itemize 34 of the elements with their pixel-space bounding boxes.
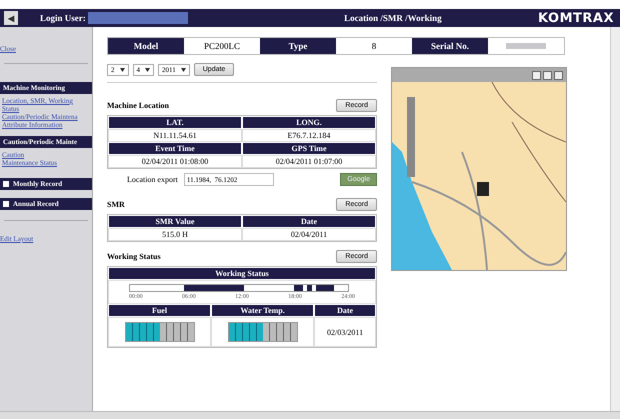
table-header: Date <box>242 215 376 228</box>
caret-icon <box>145 68 150 72</box>
redacted-value <box>506 43 546 49</box>
table-header: Event Time <box>108 142 242 155</box>
logo: KOMTRAX <box>538 10 614 26</box>
table-cell: N11.11.54.61 <box>108 129 242 142</box>
table-header: SMR Value <box>108 215 242 228</box>
caret-icon <box>180 68 186 72</box>
caret-icon <box>120 68 124 72</box>
table-cell: 02/04/2011 <box>242 228 376 241</box>
section-title: Machine Location <box>107 101 169 110</box>
gauge-meter <box>228 322 298 342</box>
table-cell: 515.0 H <box>108 228 242 241</box>
section-title: SMR <box>107 200 125 209</box>
table-cell: E76.7.12.184 <box>242 129 376 142</box>
table-header: GPS Time <box>242 142 376 155</box>
gauge-meter <box>124 322 195 342</box>
table-header: Fuel <box>108 304 212 317</box>
back-button[interactable]: ◀ <box>4 11 18 25</box>
table-header: Date <box>314 304 376 317</box>
info-label: Model <box>108 38 184 54</box>
table-header: Water Temp. <box>211 304 314 317</box>
table-header: LONG. <box>242 116 376 129</box>
page-title: Location /SMR /Working <box>343 13 442 23</box>
info-label: Type <box>260 38 336 54</box>
login-label: Login User: <box>40 13 86 23</box>
table-cell: 02/04/2011 01:07:00 <box>242 155 376 168</box>
table-cell: 02/03/2011 <box>314 317 376 347</box>
export-label: Location export <box>127 175 178 184</box>
info-label: Serial No. <box>412 38 488 54</box>
table-header: Working Status <box>108 267 376 280</box>
section-title: Working Status <box>107 252 161 261</box>
table-cell: 02/04/2011 01:08:00 <box>108 155 242 168</box>
table-header: LAT. <box>108 116 242 129</box>
